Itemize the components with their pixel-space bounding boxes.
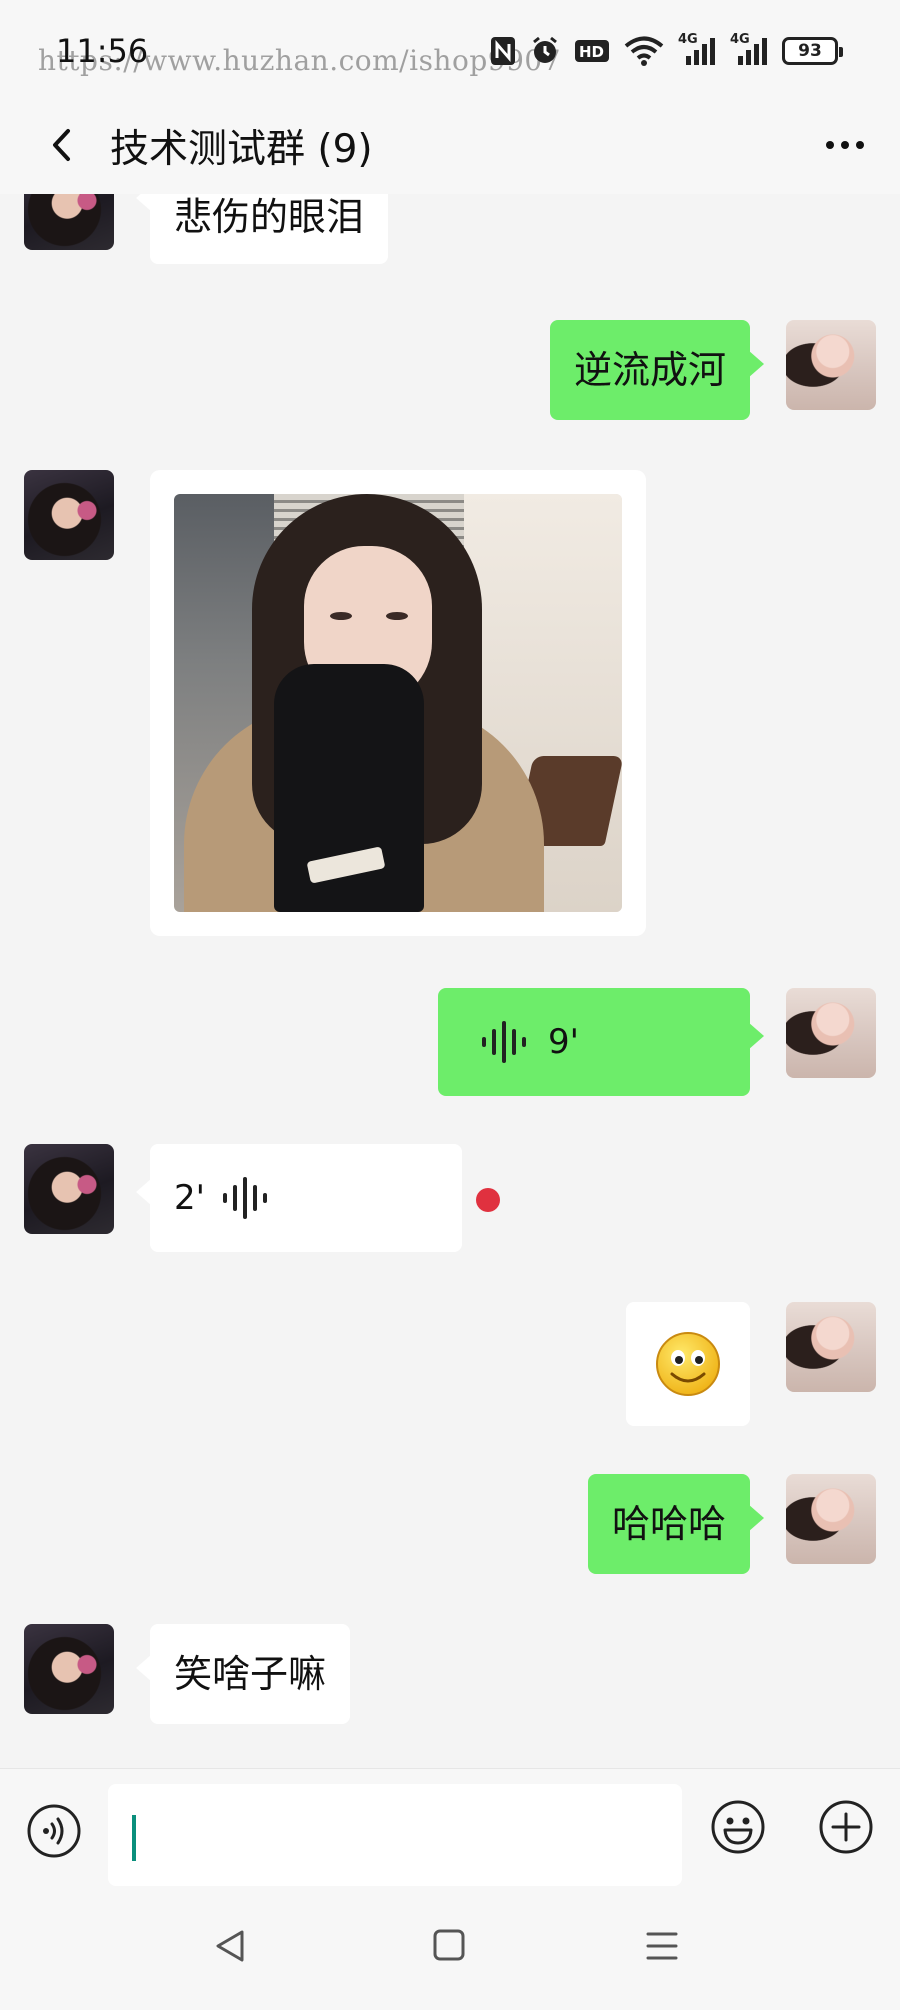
my-avatar[interactable] <box>786 988 876 1078</box>
voice-wave-icon <box>482 1021 526 1063</box>
triangle-back-icon <box>216 1930 244 1962</box>
unread-dot <box>476 1188 500 1212</box>
message-bubble-incoming[interactable]: 笑啥子嘛 <box>135 1624 351 1724</box>
message-bubble-outgoing[interactable]: 哈哈哈 <box>587 1474 765 1574</box>
nfc-icon <box>490 36 516 66</box>
nav-home-button[interactable] <box>432 1928 466 1966</box>
voice-input-button[interactable] <box>26 1803 82 1863</box>
nav-recents-button[interactable] <box>644 1928 680 1968</box>
chat-title: 技术测试群 (9) <box>110 127 373 172</box>
plus-circle-icon <box>819 1800 873 1854</box>
alarm-icon <box>530 36 560 66</box>
sender-avatar[interactable] <box>24 1624 114 1714</box>
message-text: 笑啥子嘛 <box>174 1652 327 1696</box>
signal-4g-icon-2: 4G <box>730 32 768 66</box>
message-list[interactable]: 悲伤的眼泪 逆流成河 9' 2' 哈哈哈 笑啥子嘛 <box>0 194 900 1768</box>
more-functions-button[interactable] <box>818 1799 874 1859</box>
voice-mode-icon <box>27 1804 81 1858</box>
chat-header: 技术测试群 (9) <box>0 100 900 194</box>
hd-icon: HD <box>574 37 610 65</box>
square-home-icon <box>433 1929 465 1961</box>
my-avatar[interactable] <box>786 320 876 410</box>
photo-thumbnail[interactable] <box>174 494 622 912</box>
emoji-face-icon <box>711 1800 765 1854</box>
sender-avatar[interactable] <box>24 470 114 560</box>
sender-avatar[interactable] <box>24 1144 114 1234</box>
message-bubble-outgoing[interactable]: 逆流成河 <box>549 320 765 420</box>
smiley-emoji-icon <box>656 1332 720 1396</box>
my-avatar[interactable] <box>786 1302 876 1392</box>
message-bubble-incoming[interactable]: 悲伤的眼泪 <box>135 194 389 264</box>
input-bar <box>0 1768 900 1888</box>
sender-avatar[interactable] <box>24 194 114 250</box>
back-button[interactable] <box>36 120 86 170</box>
my-avatar[interactable] <box>786 1474 876 1564</box>
voice-message-outgoing[interactable]: 9' <box>438 988 764 1096</box>
battery-level: 93 <box>798 41 822 61</box>
more-dots-icon <box>826 141 864 149</box>
more-options-button[interactable] <box>810 120 880 170</box>
image-message[interactable] <box>150 470 646 936</box>
svg-text:HD: HD <box>579 43 604 61</box>
text-cursor <box>132 1815 136 1861</box>
wifi-icon <box>624 35 664 67</box>
emoji-button[interactable] <box>710 1799 766 1859</box>
voice-message-incoming[interactable]: 2' <box>136 1144 462 1252</box>
chevron-left-icon <box>53 129 70 161</box>
system-nav-bar <box>0 1888 900 2010</box>
sticker-message[interactable] <box>626 1302 750 1426</box>
message-text: 逆流成河 <box>573 348 726 392</box>
message-text: 悲伤的眼泪 <box>174 195 365 239</box>
signal-4g-icon: 4G <box>678 32 716 66</box>
status-icons: HD 4G 4G 93 <box>490 32 843 70</box>
voice-wave-icon <box>222 1177 267 1219</box>
nav-back-button[interactable] <box>212 1928 248 1968</box>
status-bar: https://www.huzhan.com/ishop9907 11:56 H… <box>0 0 900 100</box>
message-text: 哈哈哈 <box>611 1502 726 1546</box>
voice-duration: 9' <box>548 1022 579 1062</box>
status-time: 11:56 <box>56 32 149 70</box>
battery-icon: 93 <box>782 37 843 65</box>
message-input[interactable] <box>108 1784 682 1886</box>
voice-duration: 2' <box>174 1178 205 1218</box>
menu-lines-icon <box>646 1932 678 1960</box>
